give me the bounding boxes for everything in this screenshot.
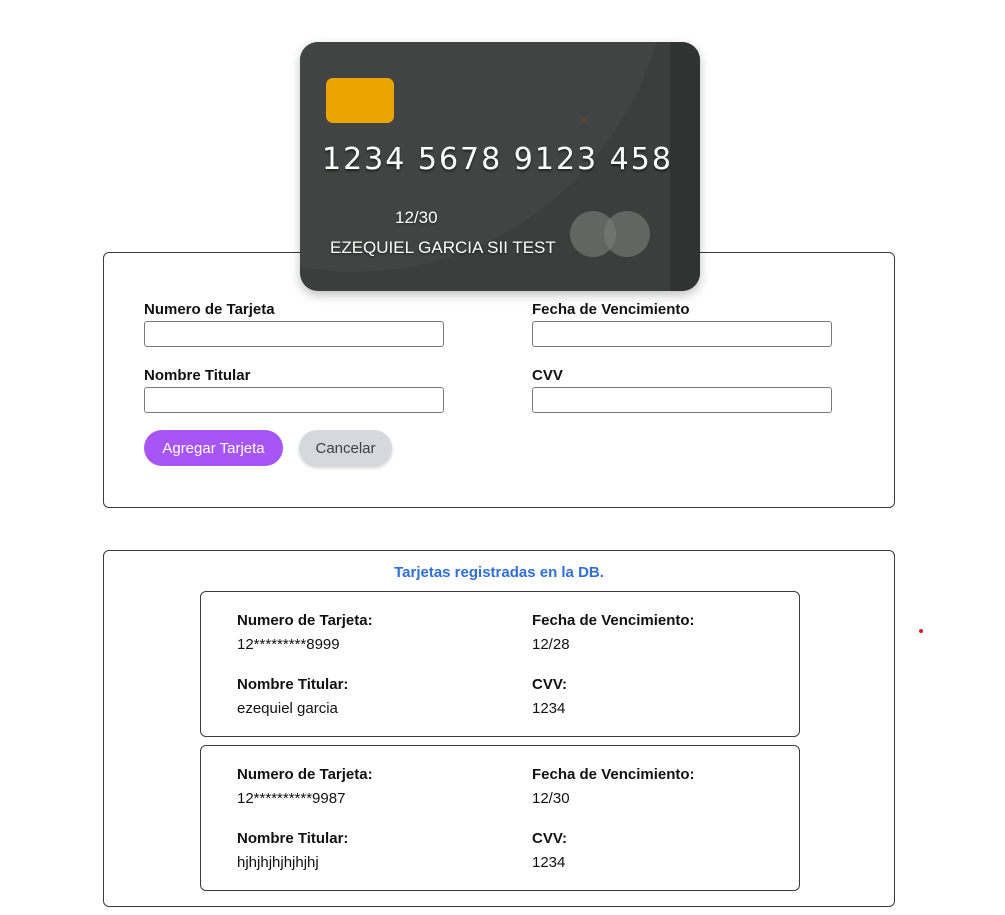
- cvv-field-group: CVV: [532, 367, 832, 413]
- record-number-value: 12**********9987: [237, 790, 346, 807]
- record-cvv-value: 1234: [532, 700, 566, 717]
- record-holder-label: Nombre Titular:: [237, 676, 349, 693]
- brand-circle-right: [604, 211, 650, 257]
- holder-label: Nombre Titular: [144, 367, 251, 384]
- expiry-input[interactable]: [532, 321, 832, 347]
- record-expiry-label: Fecha de Vencimiento:: [532, 612, 695, 629]
- record-number-value: 12*********8999: [237, 636, 340, 653]
- record-holder-value: ezequiel garcia: [237, 700, 338, 717]
- card-number-input[interactable]: [144, 321, 444, 347]
- record-expiry-label: Fecha de Vencimiento:: [532, 766, 695, 783]
- card-number-label: Numero de Tarjeta: [144, 301, 275, 318]
- cvv-label: CVV: [532, 367, 563, 384]
- record-number-label: Numero de Tarjeta:: [237, 612, 373, 629]
- stray-dot: [583, 119, 585, 121]
- record-number-label: Numero de Tarjeta:: [237, 766, 373, 783]
- holder-input[interactable]: [144, 387, 444, 413]
- record-cvv-label: CVV:: [532, 830, 568, 847]
- credit-card-preview: 1234 5678 9123 458 12/30 EZEQUIEL GARCIA…: [300, 42, 700, 291]
- record-expiry-value: 12/28: [532, 636, 570, 653]
- stray-dot: [919, 629, 923, 633]
- card-preview-holder: EZEQUIEL GARCIA SII TEST: [330, 238, 556, 257]
- card-preview-number: 1234 5678 9123 458: [322, 142, 673, 177]
- card-brand-circles-icon: [570, 211, 652, 259]
- expiry-label: Fecha de Vencimiento: [532, 301, 690, 318]
- holder-field-group: Nombre Titular: [144, 367, 444, 413]
- card-preview-expiry: 12/30: [395, 208, 438, 227]
- cancel-button[interactable]: Cancelar: [299, 430, 392, 466]
- record-expiry-value: 12/30: [532, 790, 570, 807]
- record-cvv-value: 1234: [532, 854, 566, 871]
- card-record: Numero de Tarjeta: 12*********8999 Fecha…: [200, 591, 800, 737]
- record-holder-label: Nombre Titular:: [237, 830, 349, 847]
- cvv-input[interactable]: [532, 387, 832, 413]
- card-edge-shade: [670, 42, 700, 291]
- expiry-field-group: Fecha de Vencimiento: [532, 301, 832, 347]
- card-record: Numero de Tarjeta: 12**********9987 Fech…: [200, 745, 800, 891]
- card-number-field-group: Numero de Tarjeta: [144, 301, 444, 347]
- registered-cards-title: Tarjetas registradas en la DB.: [394, 564, 604, 581]
- add-card-button[interactable]: Agregar Tarjeta: [144, 430, 283, 466]
- record-holder-value: hjhjhjhjhjhjhj: [237, 854, 319, 871]
- registered-cards-panel: Tarjetas registradas en la DB. Numero de…: [103, 550, 895, 907]
- record-cvv-label: CVV:: [532, 676, 568, 693]
- card-chip-icon: [326, 78, 394, 123]
